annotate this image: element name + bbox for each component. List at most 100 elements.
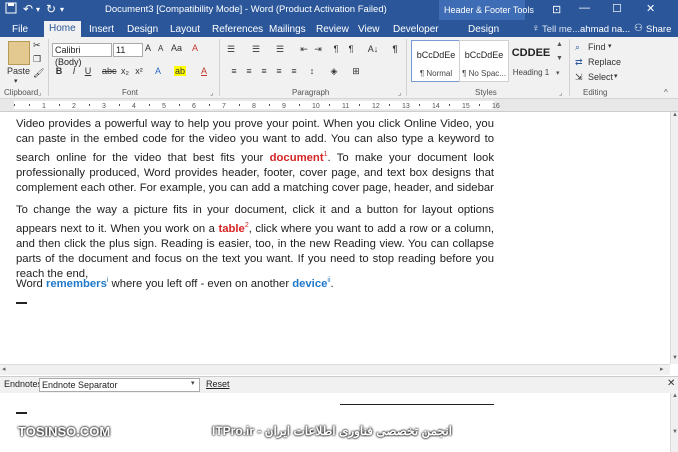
highlight-color-icon[interactable]: ab [174, 66, 186, 76]
ruler-number: 13 [402, 103, 410, 110]
align-left-icon[interactable]: ≡ [228, 66, 240, 76]
share-button[interactable]: Share [646, 24, 671, 35]
decrease-indent-icon[interactable]: ⇤ [298, 44, 310, 55]
ltr-icon[interactable]: ¶ [330, 44, 342, 54]
undo-dropdown-icon[interactable]: ▾ [36, 5, 40, 14]
dropdown-arrow-icon[interactable]: ▾ [191, 379, 195, 387]
show-formatting-icon[interactable]: ¶ [389, 44, 401, 54]
user-account[interactable]: ahmad na... [580, 24, 630, 35]
align-center-icon[interactable]: ≡ [243, 66, 255, 76]
paste-button[interactable]: Paste [7, 66, 30, 76]
styles-scroll-up-icon[interactable]: ▲ [556, 41, 563, 48]
maximize-button[interactable]: ☐ [612, 2, 622, 15]
tab-layout[interactable]: Layout [165, 22, 205, 37]
scroll-down-icon[interactable]: ▼ [672, 355, 678, 361]
scroll-up-icon[interactable]: ▲ [672, 393, 678, 399]
share-icon[interactable]: ⚇ [634, 23, 643, 34]
horizontal-ruler[interactable]: 1 2 3 4 5 6 7 8 9 10 11 12 13 14 15 16 [0, 99, 678, 112]
collapse-ribbon-icon[interactable]: ^ [664, 88, 668, 97]
tell-me-box[interactable]: Tell me... [542, 24, 580, 35]
minimize-button[interactable]: — [579, 2, 590, 14]
numbering-icon[interactable]: ☰ [250, 44, 262, 55]
change-case-icon[interactable]: Aa [171, 43, 182, 53]
styles-more-icon[interactable]: ▾ [556, 69, 560, 77]
increase-indent-icon[interactable]: ⇥ [312, 44, 324, 55]
font-color-icon[interactable]: A [198, 66, 210, 76]
style-normal[interactable]: bCcDdEe ¶ Normal [411, 40, 461, 82]
tab-review[interactable]: Review [311, 22, 354, 37]
tab-header-footer-design[interactable]: Design [463, 22, 504, 37]
shading-icon[interactable]: ◈ [328, 66, 340, 77]
bold-icon[interactable]: B [53, 66, 65, 76]
strikethrough-icon[interactable]: abc [102, 66, 117, 76]
style-sample: CDDEE [511, 47, 551, 59]
styles-launcher-icon[interactable]: ⌟ [559, 89, 562, 97]
cursor-mark [16, 412, 27, 414]
underline-icon[interactable]: U [82, 66, 94, 76]
tab-design[interactable]: Design [122, 22, 163, 37]
line-spacing-icon[interactable]: ↕ [306, 66, 318, 76]
paste-dropdown-icon[interactable]: ▾ [14, 77, 18, 85]
tab-home[interactable]: Home [44, 21, 81, 37]
cut-icon[interactable]: ✂ [33, 40, 41, 51]
grow-font-icon[interactable]: A [145, 43, 151, 53]
tab-view[interactable]: View [353, 22, 385, 37]
find-dropdown-icon[interactable]: ▾ [608, 42, 612, 50]
clear-formatting-icon[interactable]: A [192, 43, 198, 53]
notes-vertical-scrollbar[interactable]: ▲ ▼ [670, 393, 678, 452]
text-effects-icon[interactable]: A [152, 66, 164, 76]
paragraph-launcher-icon[interactable]: ⌟ [398, 89, 401, 97]
distributed-icon[interactable]: ≡ [288, 66, 300, 76]
style-heading-1[interactable]: CDDEE Heading 1 [507, 40, 555, 80]
tab-developer[interactable]: Developer [388, 22, 444, 37]
tab-mailings[interactable]: Mailings [264, 22, 311, 37]
find-button[interactable]: Find [588, 42, 606, 52]
clipboard-launcher-icon[interactable]: ⌟ [38, 89, 41, 97]
scroll-down-icon[interactable]: ▼ [672, 429, 678, 435]
borders-icon[interactable]: ⊞ [350, 66, 362, 77]
replace-button[interactable]: Replace [588, 57, 621, 67]
font-size-box[interactable]: 11 [113, 43, 143, 57]
style-no-spacing[interactable]: bCcDdEe ¶ No Spac... [459, 40, 509, 82]
document-page[interactable]: Video provides a powerful way to help yo… [0, 112, 670, 364]
justify-icon[interactable]: ≡ [273, 66, 285, 76]
subscript-icon[interactable]: x₂ [119, 66, 131, 76]
select-dropdown-icon[interactable]: ▾ [614, 72, 618, 80]
align-right-icon[interactable]: ≡ [258, 66, 270, 76]
copy-icon[interactable]: ❐ [33, 54, 41, 65]
format-painter-icon[interactable]: 🖌 [33, 68, 44, 79]
font-name-box[interactable]: Calibri (Body) [52, 43, 112, 67]
tab-references[interactable]: References [207, 22, 268, 37]
paragraph-1[interactable]: Video provides a powerful way to help yo… [16, 117, 494, 196]
notes-pane[interactable]: TOSINSO.COM ITPro.ir - انجمن تخصصی فناور… [0, 393, 670, 452]
sort-icon[interactable]: A↓ [367, 44, 379, 54]
scroll-right-icon[interactable]: ▸ [660, 365, 664, 373]
rtl-icon[interactable]: ¶ [345, 44, 357, 54]
bullets-icon[interactable]: ☰ [225, 44, 237, 55]
styles-scroll-down-icon[interactable]: ▼ [556, 55, 563, 62]
ribbon-display-options-icon[interactable]: ⊡ [552, 3, 561, 16]
paste-icon[interactable] [8, 41, 30, 65]
close-pane-button[interactable]: ✕ [667, 378, 675, 389]
shrink-font-icon[interactable]: A [158, 44, 163, 53]
tab-file[interactable]: File [7, 22, 33, 37]
notes-dropdown[interactable]: Endnote Separator [39, 378, 200, 392]
customize-qat-icon[interactable]: ▾ [60, 5, 64, 14]
scroll-up-icon[interactable]: ▲ [672, 112, 678, 118]
horizontal-scrollbar[interactable]: ◂ ▸ [0, 364, 670, 375]
scroll-left-icon[interactable]: ◂ [2, 365, 6, 373]
close-button[interactable]: ✕ [646, 2, 655, 15]
reset-button[interactable]: Reset [206, 379, 230, 389]
tab-insert[interactable]: Insert [84, 22, 119, 37]
redo-icon[interactable]: ↻ [46, 2, 56, 16]
save-icon[interactable] [5, 2, 17, 17]
multilevel-list-icon[interactable]: ☰ [274, 44, 286, 55]
paragraph-2[interactable]: To change the way a picture fits in your… [16, 203, 494, 282]
paragraph-3[interactable]: Word remembersi where you left off - eve… [16, 273, 494, 292]
font-launcher-icon[interactable]: ⌟ [210, 89, 213, 97]
select-button[interactable]: Select [588, 72, 613, 82]
vertical-scrollbar[interactable]: ▲ ▼ [670, 112, 678, 364]
superscript-icon[interactable]: x² [133, 66, 145, 76]
undo-icon[interactable]: ↶ [23, 2, 33, 16]
italic-icon[interactable]: I [68, 66, 80, 76]
